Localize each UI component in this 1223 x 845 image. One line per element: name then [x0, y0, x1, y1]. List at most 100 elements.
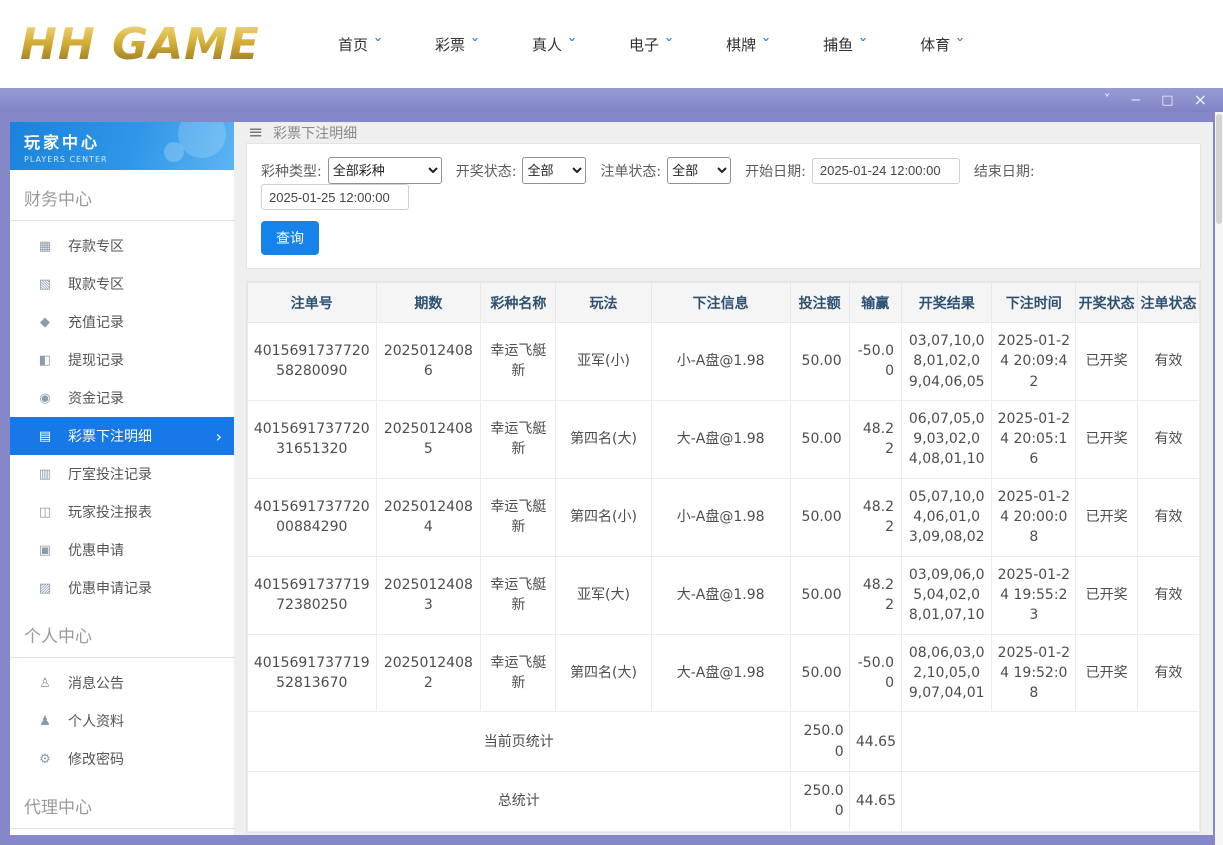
player-bet-report-icon: ◫	[38, 504, 52, 520]
cell-lottery: 幸运飞艇新	[480, 322, 557, 401]
gear-icon: ⚙	[39, 751, 51, 767]
nav-item-board-games[interactable]: 棋牌 ˅	[726, 34, 771, 55]
chevron-down-icon: ˅	[955, 37, 965, 51]
summary-empty	[900, 771, 1201, 832]
sidebar-item-withdraw-record[interactable]: ◧ 提现记录	[10, 341, 234, 379]
content-frame: 玩家中心 PLAYERS CENTER 财务中心 ▦ 存款专区 ▧ 取款专区 ◆…	[0, 112, 1223, 845]
cell-result: 03,07,10,08,01,02,09,04,06,05	[900, 322, 993, 401]
nav-item-electronic[interactable]: 电子 ˅	[629, 34, 674, 55]
summary-amount: 250.00	[789, 711, 850, 773]
sidebar-header: 玩家中心 PLAYERS CENTER	[10, 122, 234, 170]
cell-order-status: 有效	[1137, 322, 1200, 401]
summary-row-total: 总统计 250.00 44.65	[247, 771, 1201, 832]
cell-draw-status: 已开奖	[1075, 322, 1139, 401]
cell-time: 2025-01-24 20:09:42	[991, 322, 1077, 401]
nav-label: 真人	[532, 35, 563, 54]
cell-draw-status: 已开奖	[1075, 633, 1139, 713]
minimize-icon[interactable]: −	[1130, 94, 1141, 107]
filter-panel: 彩种类型: 全部彩种 开奖状态: 全部 注单状态: 全部 开始日期: 结束日期:	[246, 143, 1201, 269]
bet-detail-table-panel: 注单号 期数 彩种名称 玩法 下注信息 投注额 输赢 开奖结果 下注时间 开奖状…	[246, 281, 1201, 833]
end-date-input[interactable]	[261, 184, 409, 210]
promo-apply-icon: ▣	[38, 542, 52, 558]
lottery-type-label: 彩种类型:	[261, 163, 322, 180]
cell-win: 48.22	[848, 477, 902, 557]
scrollbar-thumb[interactable]	[1216, 114, 1222, 224]
col-header-play: 玩法	[555, 282, 652, 323]
table-row: 401569173771972380250 20250124083 幸运飞艇新 …	[247, 555, 1200, 635]
sidebar-item-funds-record[interactable]: ◉ 资金记录	[10, 379, 234, 417]
cell-order-status: 有效	[1137, 399, 1200, 479]
nav-item-lottery[interactable]: 彩票 ˅	[435, 34, 480, 55]
nav-item-home[interactable]: 首页 ˅	[338, 34, 383, 55]
cell-order-status: 有效	[1137, 633, 1200, 713]
cell-lottery: 幸运飞艇新	[480, 633, 557, 713]
nav-item-sports[interactable]: 体育 ˅	[920, 34, 965, 55]
summary-win: 44.65	[848, 771, 902, 832]
maximize-icon[interactable]: □	[1161, 94, 1173, 107]
scrollbar[interactable]	[1215, 112, 1223, 845]
site-header: HH GAME 首页 ˅ 彩票 ˅ 真人 ˅ 电子 ˅ 棋牌 ˅ 捕鱼 ˅ 体育…	[0, 0, 1223, 88]
nav-label: 首页	[338, 35, 369, 54]
sidebar-subtitle: PLAYERS CENTER	[24, 155, 108, 164]
cell-order-id: 401569173772000884290	[247, 477, 377, 557]
chevron-down-icon: ˅	[858, 37, 868, 51]
cell-order-id: 401569173772031651320	[247, 399, 377, 479]
bet-detail-table: 注单号 期数 彩种名称 玩法 下注信息 投注额 输赢 开奖结果 下注时间 开奖状…	[247, 282, 1201, 832]
cell-draw-status: 已开奖	[1075, 555, 1139, 635]
summary-label: 当前页统计	[247, 711, 791, 773]
summary-label: 总统计	[247, 771, 791, 832]
top-nav: 首页 ˅ 彩票 ˅ 真人 ˅ 电子 ˅ 棋牌 ˅ 捕鱼 ˅ 体育 ˅	[338, 34, 965, 55]
sidebar-item-change-password[interactable]: ⚙ 修改密码	[10, 740, 234, 778]
section-title-personal: 个人中心	[10, 607, 234, 658]
table-row: 401569173771952813670 20250124082 幸运飞艇新 …	[247, 633, 1200, 713]
section-title-agent: 代理中心	[10, 778, 234, 829]
cell-win: -50.00	[848, 322, 902, 401]
cell-draw-status: 已开奖	[1075, 399, 1139, 479]
hamburger-icon[interactable]: ≡	[248, 122, 263, 143]
search-button[interactable]: 查询	[261, 221, 319, 255]
cell-bet-info: 小-A盘@1.98	[650, 322, 791, 401]
sidebar-item-promo-apply-record[interactable]: ▨ 优惠申请记录	[10, 569, 234, 607]
sidebar-item-hall-bet-record[interactable]: ▥ 厅室投注记录	[10, 455, 234, 493]
window-dropdown-icon[interactable]: ˅	[1104, 94, 1111, 107]
sidebar-item-player-bet-report[interactable]: ◫ 玩家投注报表	[10, 493, 234, 531]
nav-item-fishing[interactable]: 捕鱼 ˅	[823, 34, 868, 55]
draw-status-select[interactable]: 全部	[522, 157, 587, 184]
order-status-label: 注单状态:	[600, 163, 662, 180]
cell-bet-info: 大-A盘@1.98	[650, 633, 791, 713]
nav-label: 电子	[629, 35, 660, 54]
cell-bet-info: 小-A盘@1.98	[650, 477, 791, 557]
table-row: 401569173772000884290 20250124084 幸运飞艇新 …	[247, 477, 1200, 557]
cell-period: 20250124084	[375, 477, 482, 557]
hall-bet-record-icon: ▥	[38, 466, 52, 482]
table-row: 401569173772031651320 20250124085 幸运飞艇新 …	[247, 399, 1200, 479]
sidebar-item-recharge-record[interactable]: ◆ 充值记录	[10, 303, 234, 341]
cell-amount: 50.00	[789, 322, 850, 401]
cell-bet-info: 大-A盘@1.98	[650, 555, 791, 635]
sidebar-item-withdraw[interactable]: ▧ 取款专区	[10, 265, 234, 303]
col-header-result: 开奖结果	[900, 282, 993, 323]
close-icon[interactable]: ×	[1194, 92, 1207, 108]
chevron-down-icon: ˅	[567, 37, 577, 51]
sidebar-item-messages[interactable]: ♙ 消息公告	[10, 664, 234, 702]
cell-time: 2025-01-24 20:00:08	[991, 477, 1077, 557]
cell-period: 20250124083	[375, 555, 482, 635]
cell-win: 48.22	[848, 399, 902, 479]
sidebar-item-deposit[interactable]: ▦ 存款专区	[10, 227, 234, 265]
cell-result: 05,07,10,04,06,01,03,09,08,02	[900, 477, 993, 557]
col-header-order-status: 注单状态	[1137, 282, 1200, 323]
start-date-input[interactable]	[811, 157, 960, 184]
cell-bet-info: 大-A盘@1.98	[650, 399, 791, 479]
withdraw-icon: ▧	[38, 276, 52, 292]
nav-item-live[interactable]: 真人 ˅	[532, 34, 577, 55]
draw-status-label: 开奖状态:	[455, 163, 517, 180]
window-title-bar: ˅ − □ ×	[0, 88, 1223, 112]
order-status-select[interactable]: 全部	[667, 157, 732, 184]
cell-amount: 50.00	[789, 633, 850, 713]
cell-win: -50.00	[848, 633, 902, 713]
messages-icon: ♙	[39, 675, 51, 691]
sidebar-item-promo-apply[interactable]: ▣ 优惠申请	[10, 531, 234, 569]
sidebar-item-profile[interactable]: ♟ 个人资料	[10, 702, 234, 740]
sidebar-item-lottery-bet-detail[interactable]: ▤ 彩票下注明细 ›	[10, 417, 234, 455]
lottery-type-select[interactable]: 全部彩种	[327, 157, 442, 184]
